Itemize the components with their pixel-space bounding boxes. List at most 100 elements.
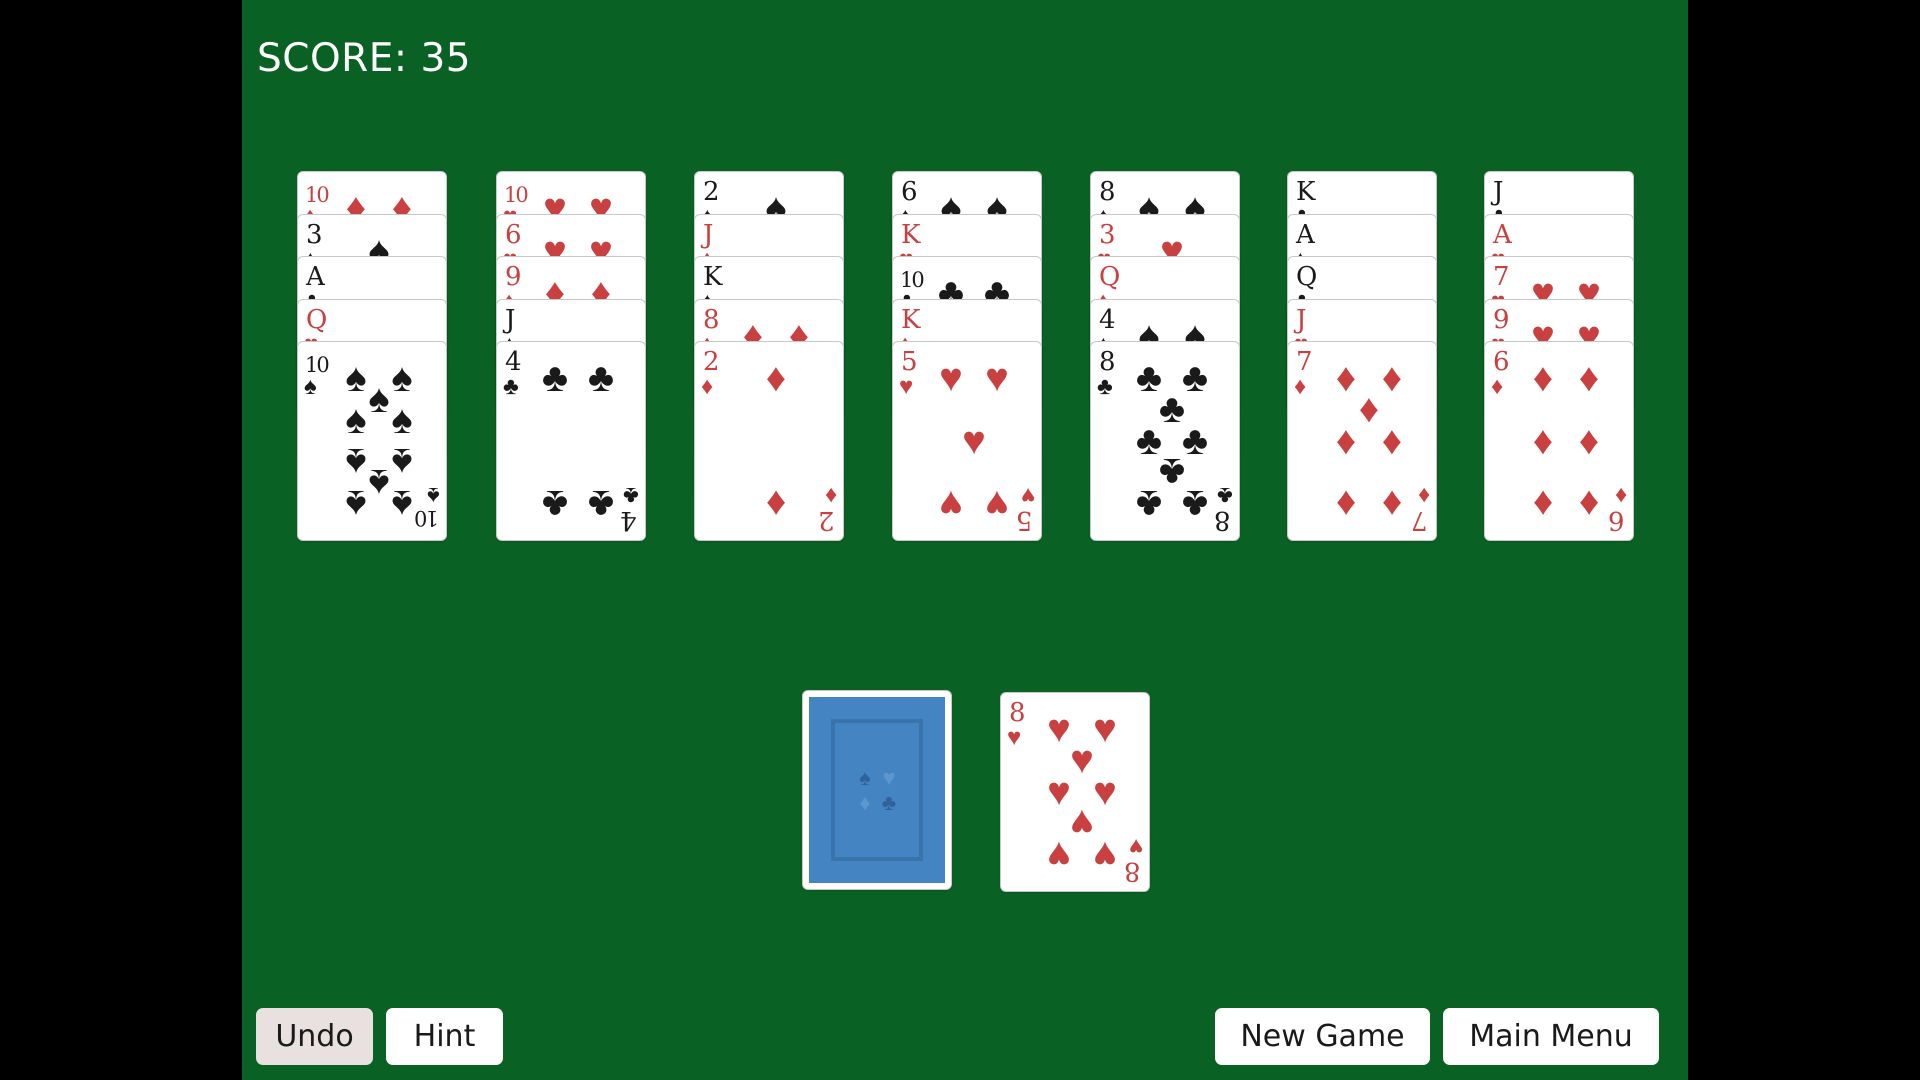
card-rank: J (1296, 304, 1307, 335)
tableau-card[interactable]: 2 ♦ ♦ ♦ 2 ♦ (695, 342, 843, 540)
card-rank-bottom: 7 (1411, 505, 1428, 535)
card-rank: J (505, 304, 516, 335)
card-rank: K (901, 304, 921, 335)
card-rank: Q (306, 304, 328, 335)
card-rank-bottom: 6 (1608, 505, 1625, 535)
diamonds-pip-icon: ♦ (765, 356, 787, 400)
diamonds-pip-icon: ♦ (1578, 356, 1600, 400)
spades-pip-icon: ♠ (391, 398, 413, 442)
card-rank: J (1493, 177, 1504, 207)
card-rank: 8 (1009, 698, 1026, 728)
clubs-pip-icon: ♣ (1135, 482, 1163, 526)
card-rank: 2 (703, 347, 720, 377)
card-rank: 8 (1099, 347, 1116, 377)
new-game-button[interactable]: New Game (1215, 1008, 1430, 1065)
diamonds-pip-icon: ♦ (1381, 482, 1403, 526)
spades-icon: ♠ (427, 482, 440, 509)
card-rank: Q (1099, 262, 1121, 292)
card-rank: J (703, 219, 714, 250)
diamonds-icon: ♦ (701, 373, 714, 400)
card-rank: 4 (1099, 304, 1116, 335)
clubs-pip-icon: ♣ (1181, 482, 1209, 526)
card-rank-bottom: 8 (1214, 505, 1231, 535)
hearts-icon: ♥ (1007, 724, 1022, 751)
clubs-icon: ♣ (503, 373, 519, 400)
card-rank: 2 (703, 177, 720, 207)
card-rank: 3 (1099, 219, 1116, 250)
diamonds-pip-icon: ♦ (1532, 356, 1554, 400)
card-rank: A (1296, 219, 1315, 250)
tableau-card[interactable]: 10 ♠ ♠ ♠ ♠ ♠ ♠ ♠ ♠ ♠ ♠ ♠ 10 ♠ (298, 342, 446, 540)
card-rank: 7 (1493, 262, 1510, 292)
card-rank: K (1296, 177, 1316, 207)
diamonds-icon: ♦ (1491, 373, 1504, 400)
card-rank: K (703, 262, 723, 292)
diamonds-icon: ♦ (1294, 373, 1307, 400)
diamonds-pip-icon: ♦ (1335, 482, 1357, 526)
clubs-pip-icon: ♣ (541, 482, 569, 526)
diamonds-pip-icon: ♦ (765, 482, 787, 526)
game-table (242, 0, 1688, 1080)
clubs-pip-icon: ♣ (541, 356, 569, 400)
clubs-pip-icon: ♣ (587, 482, 615, 526)
card-rank: 5 (901, 347, 918, 377)
diamonds-pip-icon: ♦ (1578, 482, 1600, 526)
clubs-icon: ♣ (1217, 482, 1233, 509)
tableau-card[interactable]: 6 ♦ ♦ ♦ ♦ ♦ ♦ ♦ 6 ♦ (1485, 342, 1633, 540)
clubs-pip-icon: ♣ (587, 356, 615, 400)
hearts-icon: ♥ (1128, 833, 1143, 860)
card-rank: A (306, 262, 325, 292)
spades-pip-icon: ♠ (345, 482, 367, 526)
card-rank: 7 (1296, 347, 1313, 377)
main-menu-button[interactable]: Main Menu (1443, 1008, 1659, 1065)
card-rank: Q (1296, 262, 1318, 292)
card-rank-bottom: 4 (620, 505, 637, 535)
hearts-pip-icon: ♥ (939, 356, 963, 400)
undo-button[interactable]: Undo (256, 1008, 373, 1065)
diamonds-pip-icon: ♦ (1532, 419, 1554, 463)
hearts-pip-icon: ♥ (962, 419, 986, 463)
clubs-icon: ♣ (623, 482, 639, 509)
diamonds-icon: ♦ (1417, 482, 1430, 509)
score-display: SCORE: 35 (257, 36, 472, 81)
card-rank: K (901, 219, 921, 250)
tableau-card[interactable]: 8 ♣ ♣ ♣ ♣ ♣ ♣ ♣ ♣ ♣ 8 ♣ (1091, 342, 1239, 540)
diamonds-pip-icon: ♦ (1381, 419, 1403, 463)
card-rank: 4 (505, 347, 522, 377)
hearts-pip-icon: ♥ (985, 482, 1009, 526)
stock-pile[interactable]: ♠ ♥ ♦ ♣ (803, 691, 951, 889)
card-rank: 6 (1493, 347, 1510, 377)
card-rank-bottom: 5 (1016, 505, 1033, 535)
hint-button[interactable]: Hint (386, 1008, 503, 1065)
diamonds-icon: ♦ (824, 482, 837, 509)
diamonds-pip-icon: ♦ (1578, 419, 1600, 463)
card-rank: 8 (1099, 177, 1116, 207)
card-rank: A (1493, 219, 1512, 250)
card-rank-bottom: 2 (818, 505, 835, 535)
card-rank: 9 (505, 262, 522, 292)
card-back: ♠ ♥ ♦ ♣ (809, 697, 945, 883)
diamonds-pip-icon: ♦ (1335, 419, 1357, 463)
hearts-pip-icon: ♥ (939, 482, 963, 526)
hearts-pip-icon: ♥ (1093, 833, 1117, 877)
diamonds-pip-icon: ♦ (1532, 482, 1554, 526)
tableau-card[interactable]: 4 ♣ ♣ ♣ ♣ ♣ 4 ♣ (497, 342, 645, 540)
card-rank: 3 (306, 219, 323, 250)
waste-card[interactable]: 8 ♥ ♥ ♥ ♥ ♥ ♥ ♥ ♥ ♥ 8 ♥ (1001, 693, 1149, 891)
card-rank: 9 (1493, 304, 1510, 335)
spades-icon: ♠ (304, 373, 317, 400)
hearts-icon: ♥ (1020, 482, 1035, 509)
clubs-icon: ♣ (1097, 373, 1113, 400)
card-rank: 8 (703, 304, 720, 335)
card-back-suits-icon: ♠ ♥ ♦ ♣ (859, 765, 897, 815)
hearts-icon: ♥ (899, 373, 914, 400)
card-rank-bottom: 8 (1124, 856, 1141, 886)
tableau-card[interactable]: 7 ♦ ♦ ♦ ♦ ♦ ♦ ♦ ♦ 7 ♦ (1288, 342, 1436, 540)
tableau-card[interactable]: 5 ♥ ♥ ♥ ♥ ♥ ♥ 5 ♥ (893, 342, 1041, 540)
card-rank: 6 (901, 177, 918, 207)
hearts-pip-icon: ♥ (985, 356, 1009, 400)
card-rank: 6 (505, 219, 522, 250)
spades-pip-icon: ♠ (345, 398, 367, 442)
diamonds-icon: ♦ (1614, 482, 1627, 509)
hearts-pip-icon: ♥ (1047, 833, 1071, 877)
